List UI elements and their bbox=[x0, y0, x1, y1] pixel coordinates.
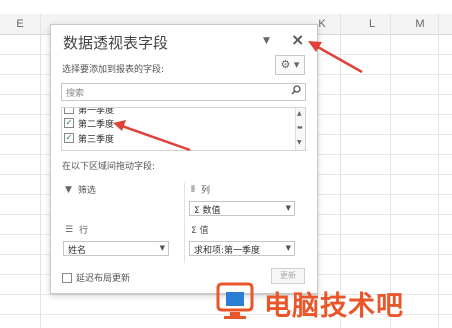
columns-field-pill[interactable]: Σ 数值 ▼ bbox=[189, 201, 295, 216]
close-icon[interactable]: × bbox=[291, 30, 304, 49]
search-input[interactable]: 搜索 bbox=[61, 83, 306, 101]
gear-icon[interactable]: ⚙ ▾ bbox=[275, 55, 305, 75]
grid-line bbox=[40, 14, 41, 328]
watermark-logo: 电脑技术吧 bbox=[212, 282, 448, 322]
values-field-pill[interactable]: 求和项:第一季度 ▼ bbox=[189, 241, 295, 256]
grid-line bbox=[438, 14, 439, 328]
chevron-down-icon[interactable]: ▼ bbox=[286, 244, 291, 252]
scroll-down-icon[interactable]: ▼ bbox=[297, 139, 302, 146]
pane-title: 数据透视表字段 bbox=[63, 34, 169, 52]
field-label: 第三季度 bbox=[78, 134, 115, 145]
column-header-l[interactable]: L bbox=[362, 14, 382, 34]
column-header-e[interactable]: E bbox=[10, 14, 30, 34]
values-area-header: Σ 值 bbox=[191, 223, 209, 236]
field-label: 第一季度 bbox=[78, 107, 115, 116]
pane-options-dropdown-icon[interactable]: ▼ bbox=[263, 36, 270, 46]
defer-layout-label: 延迟布局更新 bbox=[76, 274, 131, 284]
grid-line bbox=[390, 14, 391, 328]
field-list-scrollbar[interactable]: ▲ ▬ ▼ bbox=[295, 108, 305, 150]
defer-layout-checkbox[interactable] bbox=[62, 272, 72, 283]
columns-field-value: Σ 数值 bbox=[194, 206, 221, 216]
checkbox[interactable] bbox=[64, 108, 74, 114]
search-placeholder: 搜索 bbox=[66, 89, 85, 99]
field-item-q2[interactable]: ✓ 第二季度 bbox=[64, 117, 115, 130]
rows-area-label: 行 bbox=[79, 226, 89, 236]
rows-field-value: 姓名 bbox=[68, 246, 87, 256]
columns-area-header: ⦀ 列 bbox=[191, 183, 210, 197]
values-field-value: 求和项:第一季度 bbox=[194, 246, 261, 256]
pivot-table-fields-pane: 数据透视表字段 ▼ × 选择要添加到报表的字段: ⚙ ▾ 搜索 第一季度 ✓ 第… bbox=[50, 24, 318, 294]
chevron-down-icon[interactable]: ▼ bbox=[286, 204, 291, 212]
field-label: 第二季度 bbox=[78, 119, 115, 130]
rows-icon: ☰ bbox=[65, 224, 74, 235]
filter-icon: ▼ bbox=[65, 184, 72, 195]
area-divider bbox=[184, 183, 185, 263]
field-item-q3[interactable]: ✓ 第三季度 bbox=[64, 132, 115, 145]
scroll-thumb-icon[interactable]: ▬ bbox=[297, 124, 303, 131]
columns-icon: ⦀ bbox=[191, 184, 195, 195]
columns-area-label: 列 bbox=[200, 186, 210, 196]
checkbox-checked[interactable]: ✓ bbox=[64, 118, 74, 128]
rows-area-header: ☰ 行 bbox=[65, 223, 89, 237]
field-item-q1[interactable]: 第一季度 bbox=[64, 107, 115, 116]
search-icon-glyph bbox=[291, 85, 301, 95]
grid-line bbox=[340, 14, 341, 328]
checkbox-checked[interactable]: ✓ bbox=[64, 133, 74, 143]
chevron-down-icon[interactable]: ▼ bbox=[160, 244, 165, 252]
drag-fields-label: 在以下区域间拖动字段: bbox=[62, 162, 156, 172]
rows-field-pill[interactable]: 姓名 ▼ bbox=[63, 241, 169, 256]
computer-icon bbox=[216, 282, 254, 319]
field-list: 第一季度 ✓ 第二季度 ✓ 第三季度 ▲ ▬ ▼ bbox=[61, 107, 306, 151]
scroll-up-icon[interactable]: ▲ bbox=[297, 110, 302, 117]
search-icon[interactable] bbox=[291, 85, 301, 98]
column-header-m[interactable]: M bbox=[410, 14, 430, 34]
choose-fields-label: 选择要添加到报表的字段: bbox=[62, 65, 165, 75]
values-area-label: Σ 值 bbox=[191, 226, 209, 236]
watermark-text: 电脑技术吧 bbox=[264, 291, 404, 322]
filter-area-header: ▼ 筛选 bbox=[65, 183, 96, 197]
defer-layout-row[interactable]: 延迟布局更新 bbox=[62, 271, 130, 284]
filter-area-label: 筛选 bbox=[77, 186, 96, 196]
